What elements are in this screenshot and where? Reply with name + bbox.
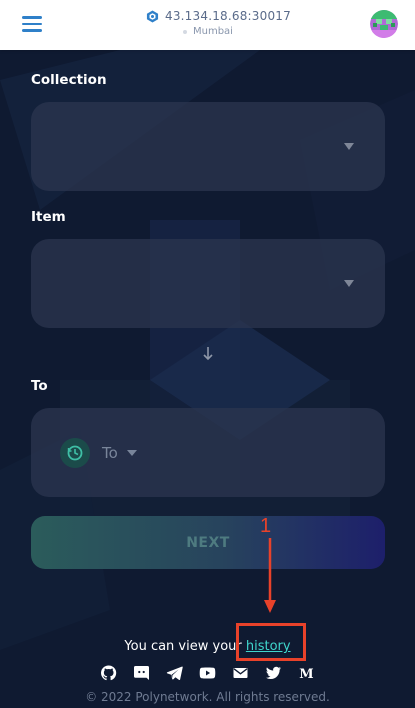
mail-icon[interactable] xyxy=(231,664,250,681)
poly-network-logo-icon xyxy=(146,9,159,23)
twitter-icon[interactable] xyxy=(264,664,283,681)
item-select[interactable] xyxy=(31,239,385,328)
medium-icon[interactable]: M xyxy=(297,664,316,681)
to-chain-select[interactable]: To xyxy=(60,438,137,468)
top-header: 43.134.18.68:30017 Mumbai xyxy=(0,0,415,50)
copyright-text: © 2022 Polynetwork. All rights reserved. xyxy=(85,690,330,704)
annotation-highlight-box xyxy=(236,623,306,661)
telegram-icon[interactable] xyxy=(165,664,184,681)
hamburger-menu-icon[interactable] xyxy=(22,16,42,32)
discord-icon[interactable] xyxy=(132,664,151,681)
github-icon[interactable] xyxy=(99,664,118,681)
network-indicator: Mumbai xyxy=(183,26,233,37)
chain-placeholder-icon xyxy=(60,438,90,468)
collection-label: Collection xyxy=(31,72,107,88)
next-button-label: NEXT xyxy=(186,534,230,551)
next-button[interactable]: NEXT xyxy=(31,516,385,569)
social-links: M xyxy=(0,664,415,681)
node-address: 43.134.18.68:30017 xyxy=(165,9,291,23)
history-line: You can view your history xyxy=(0,639,415,654)
to-chain-label: To xyxy=(102,444,118,462)
item-label: Item xyxy=(31,209,66,225)
to-label: To xyxy=(31,378,48,394)
node-indicator: 43.134.18.68:30017 xyxy=(146,8,291,24)
network-status-dot xyxy=(183,29,187,34)
chevron-down-icon xyxy=(344,143,354,150)
history-prefix-text: You can view your xyxy=(124,639,242,654)
chevron-down-icon xyxy=(126,450,137,456)
youtube-icon[interactable] xyxy=(198,664,217,681)
wallet-avatar[interactable] xyxy=(370,10,398,38)
network-name: Mumbai xyxy=(193,26,233,37)
svg-text:M: M xyxy=(299,667,313,681)
annotation-step-number: 1 xyxy=(260,515,272,537)
chevron-down-icon xyxy=(344,280,354,287)
annotation-arrow-icon xyxy=(264,538,276,613)
to-chain-box: To xyxy=(31,408,385,497)
arrow-down-icon xyxy=(203,347,213,361)
collection-select[interactable] xyxy=(31,102,385,191)
